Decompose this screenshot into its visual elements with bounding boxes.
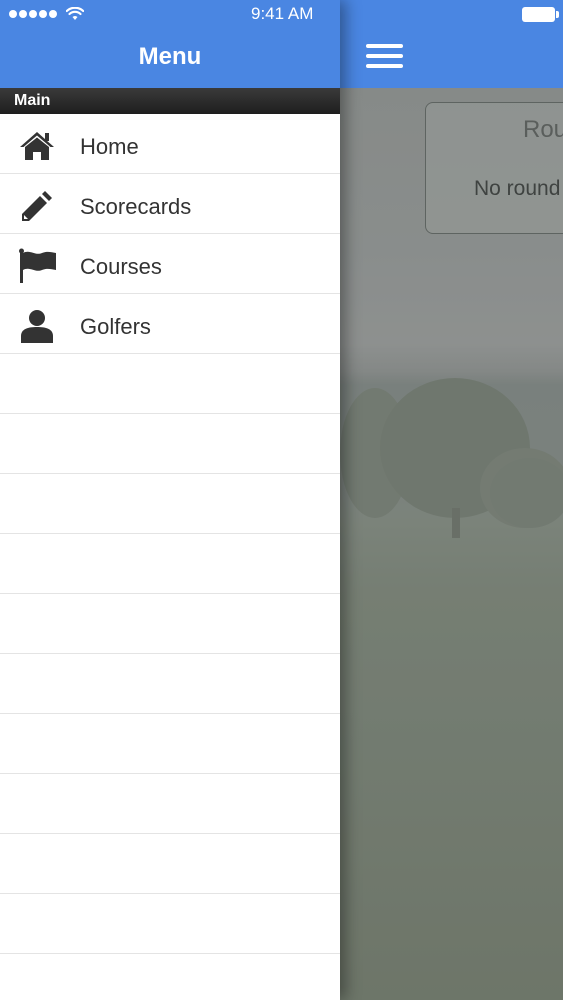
menu-item-courses[interactable]: Courses [0,234,340,294]
person-icon [21,310,53,343]
drawer-header: 9:41 AM Menu [0,0,340,88]
menu-item-label: Courses [80,254,162,279]
empty-row [0,534,340,594]
main-header [340,0,563,88]
flag-icon [19,248,56,283]
pencil-icon [22,191,52,221]
menu-item-golfers[interactable]: Golfers [0,294,340,354]
empty-row [0,834,340,894]
hamburger-icon[interactable] [366,44,403,68]
menu-item-home[interactable]: Home [0,114,340,174]
rounds-card-title: Rou [523,116,563,143]
menu-item-label: Golfers [80,314,151,339]
status-time: 9:41 AM [251,4,314,23]
home-icon [20,132,54,160]
menu-item-label: Home [80,134,139,159]
empty-row [0,894,340,954]
rounds-empty-message: No round [474,177,561,200]
empty-row [0,714,340,774]
app-screen: Rou No round 9:41 AM Menu Main Home Scor… [0,0,563,1000]
menu-list: Home Scorecards Courses Golfers [0,114,340,1000]
empty-row [0,414,340,474]
empty-row [0,654,340,714]
section-title: Main [14,92,51,109]
empty-row [0,594,340,654]
menu-item-scorecards[interactable]: Scorecards [0,174,340,234]
side-drawer: 9:41 AM Menu Main Home Scorecards Course… [0,0,340,1000]
empty-row [0,774,340,834]
menu-item-label: Scorecards [80,194,192,219]
empty-row [0,354,340,414]
drawer-title: Menu [138,43,202,70]
empty-row [0,954,340,1000]
battery-icon [522,7,559,22]
rounds-card: Rou No round [425,102,563,234]
section-header: Main [0,88,340,114]
main-view: Rou No round [340,0,563,1000]
empty-row [0,474,340,534]
